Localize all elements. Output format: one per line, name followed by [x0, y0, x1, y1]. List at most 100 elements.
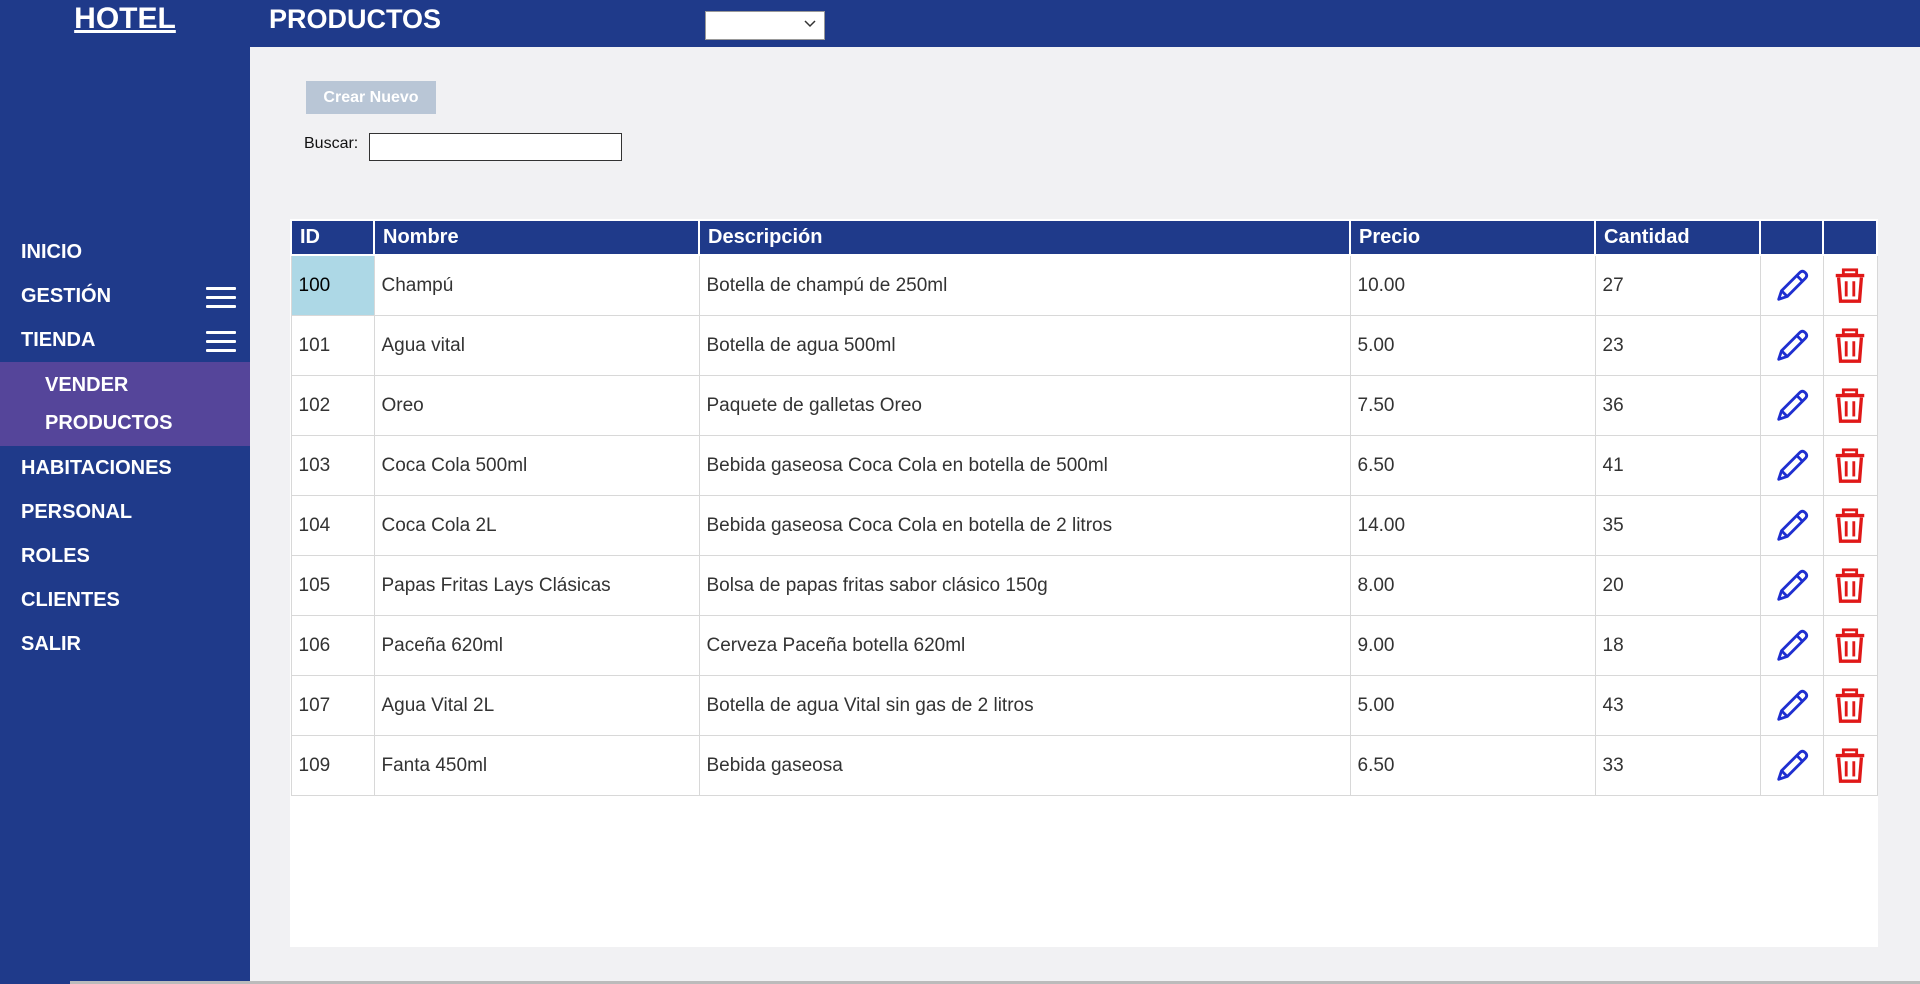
cell-cantidad[interactable]: 41	[1594, 435, 1761, 496]
pencil-icon[interactable]	[1773, 327, 1811, 365]
header-select[interactable]	[705, 11, 825, 40]
cell-precio[interactable]: 7.50	[1349, 375, 1596, 436]
create-new-button[interactable]: Crear Nuevo	[306, 81, 436, 114]
column-header-nombre[interactable]: Nombre	[373, 219, 700, 256]
table-row[interactable]: 105 Papas Fritas Lays Clásicas Bolsa de pa…	[290, 555, 1878, 616]
cell-delete	[1822, 375, 1878, 436]
trash-icon[interactable]	[1831, 567, 1869, 605]
cell-precio[interactable]: 6.50	[1349, 735, 1596, 796]
cell-descripcion[interactable]: Bebida gaseosa	[698, 735, 1351, 796]
hamburger-icon[interactable]	[206, 331, 236, 352]
table-row[interactable]: 104 Coca Cola 2L Bebida gaseosa Coca Cola …	[290, 495, 1878, 556]
column-header-edit	[1759, 219, 1824, 256]
table-row[interactable]: 100 Champú Botella de champú de 250ml 10.00…	[290, 254, 1878, 316]
pencil-icon[interactable]	[1773, 687, 1811, 725]
cell-edit	[1759, 555, 1824, 616]
cell-precio[interactable]: 8.00	[1349, 555, 1596, 616]
column-header-precio[interactable]: Precio	[1349, 219, 1596, 256]
sidebar-item-inicio[interactable]: INICIO	[0, 230, 250, 274]
cell-descripcion[interactable]: Bolsa de papas fritas sabor clásico 150g	[698, 555, 1351, 616]
sidebar-item-habitaciones[interactable]: HABITACIONES	[0, 446, 250, 490]
cell-descripcion[interactable]: Cerveza Paceña botella 620ml	[698, 615, 1351, 676]
trash-icon[interactable]	[1831, 747, 1869, 785]
pencil-icon[interactable]	[1773, 387, 1811, 425]
table-row[interactable]: 106 Paceña 620ml Cerveza Paceña botella 62…	[290, 615, 1878, 676]
cell-precio[interactable]: 6.50	[1349, 435, 1596, 496]
cell-id[interactable]: 102	[290, 375, 375, 436]
pencil-icon[interactable]	[1773, 267, 1811, 305]
table-row[interactable]: 103 Coca Cola 500ml Bebida gaseosa Coca Co…	[290, 435, 1878, 496]
sidebar-item-personal[interactable]: PERSONAL	[0, 490, 250, 534]
table-row[interactable]: 109 Fanta 450ml Bebida gaseosa 6.50 33	[290, 735, 1878, 796]
cell-nombre[interactable]: Fanta 450ml	[373, 735, 700, 796]
sidebar-item-salir[interactable]: SALIR	[0, 622, 250, 666]
cell-id[interactable]: 104	[290, 495, 375, 556]
cell-id[interactable]: 100	[290, 254, 375, 316]
cell-id[interactable]: 105	[290, 555, 375, 616]
cell-descripcion[interactable]: Botella de agua Vital sin gas de 2 litro…	[698, 675, 1351, 736]
cell-cantidad[interactable]: 27	[1594, 254, 1761, 316]
submenu-item-vender[interactable]: VENDER	[0, 366, 250, 404]
cell-id[interactable]: 109	[290, 735, 375, 796]
trash-icon[interactable]	[1831, 267, 1869, 305]
trash-icon[interactable]	[1831, 327, 1869, 365]
hamburger-icon[interactable]	[206, 287, 236, 308]
trash-icon[interactable]	[1831, 687, 1869, 725]
cell-id[interactable]: 107	[290, 675, 375, 736]
cell-nombre[interactable]: Papas Fritas Lays Clásicas	[373, 555, 700, 616]
sidebar-item-roles[interactable]: ROLES	[0, 534, 250, 578]
cell-nombre[interactable]: Paceña 620ml	[373, 615, 700, 676]
sidebar-item-gestion[interactable]: GESTIÓN	[0, 274, 250, 318]
search-input[interactable]	[369, 133, 622, 161]
cell-nombre[interactable]: Agua Vital 2L	[373, 675, 700, 736]
trash-icon[interactable]	[1831, 447, 1869, 485]
cell-edit	[1759, 735, 1824, 796]
cell-cantidad[interactable]: 43	[1594, 675, 1761, 736]
cell-descripcion[interactable]: Paquete de galletas Oreo	[698, 375, 1351, 436]
cell-id[interactable]: 103	[290, 435, 375, 496]
cell-cantidad[interactable]: 33	[1594, 735, 1761, 796]
cell-nombre[interactable]: Coca Cola 500ml	[373, 435, 700, 496]
cell-cantidad[interactable]: 18	[1594, 615, 1761, 676]
cell-precio[interactable]: 9.00	[1349, 615, 1596, 676]
cell-id[interactable]: 101	[290, 315, 375, 376]
cell-descripcion[interactable]: Botella de champú de 250ml	[698, 254, 1351, 316]
cell-edit	[1759, 675, 1824, 736]
trash-icon[interactable]	[1831, 627, 1869, 665]
cell-cantidad[interactable]: 35	[1594, 495, 1761, 556]
cell-edit	[1759, 315, 1824, 376]
cell-id[interactable]: 106	[290, 615, 375, 676]
column-header-descripcion[interactable]: Descripción	[698, 219, 1351, 256]
cell-descripcion[interactable]: Botella de agua 500ml	[698, 315, 1351, 376]
brand-logo[interactable]: HOTEL	[0, 2, 250, 36]
sidebar-item-tienda[interactable]: TIENDA	[0, 318, 250, 362]
pencil-icon[interactable]	[1773, 747, 1811, 785]
pencil-icon[interactable]	[1773, 507, 1811, 545]
pencil-icon[interactable]	[1773, 567, 1811, 605]
trash-icon[interactable]	[1831, 507, 1869, 545]
cell-cantidad[interactable]: 36	[1594, 375, 1761, 436]
cell-cantidad[interactable]: 20	[1594, 555, 1761, 616]
column-header-id[interactable]: ID	[290, 219, 375, 256]
table-row[interactable]: 102 Oreo Paquete de galletas Oreo 7.50 36	[290, 375, 1878, 436]
submenu-item-productos[interactable]: PRODUCTOS	[0, 404, 250, 442]
sidebar-item-clientes[interactable]: CLIENTES	[0, 578, 250, 622]
pencil-icon[interactable]	[1773, 627, 1811, 665]
cell-descripcion[interactable]: Bebida gaseosa Coca Cola en botella de 5…	[698, 435, 1351, 496]
cell-nombre[interactable]: Coca Cola 2L	[373, 495, 700, 556]
pencil-icon[interactable]	[1773, 447, 1811, 485]
cell-nombre[interactable]: Oreo	[373, 375, 700, 436]
cell-nombre[interactable]: Champú	[373, 254, 700, 316]
cell-descripcion[interactable]: Bebida gaseosa Coca Cola en botella de 2…	[698, 495, 1351, 556]
cell-cantidad[interactable]: 23	[1594, 315, 1761, 376]
cell-delete	[1822, 615, 1878, 676]
trash-icon[interactable]	[1831, 387, 1869, 425]
table-row[interactable]: 107 Agua Vital 2L Botella de agua Vital si…	[290, 675, 1878, 736]
column-header-cantidad[interactable]: Cantidad	[1594, 219, 1761, 256]
cell-precio[interactable]: 10.00	[1349, 254, 1596, 316]
cell-nombre[interactable]: Agua vital	[373, 315, 700, 376]
cell-precio[interactable]: 14.00	[1349, 495, 1596, 556]
table-row[interactable]: 101 Agua vital Botella de agua 500ml 5.00 23	[290, 315, 1878, 376]
cell-precio[interactable]: 5.00	[1349, 315, 1596, 376]
cell-precio[interactable]: 5.00	[1349, 675, 1596, 736]
